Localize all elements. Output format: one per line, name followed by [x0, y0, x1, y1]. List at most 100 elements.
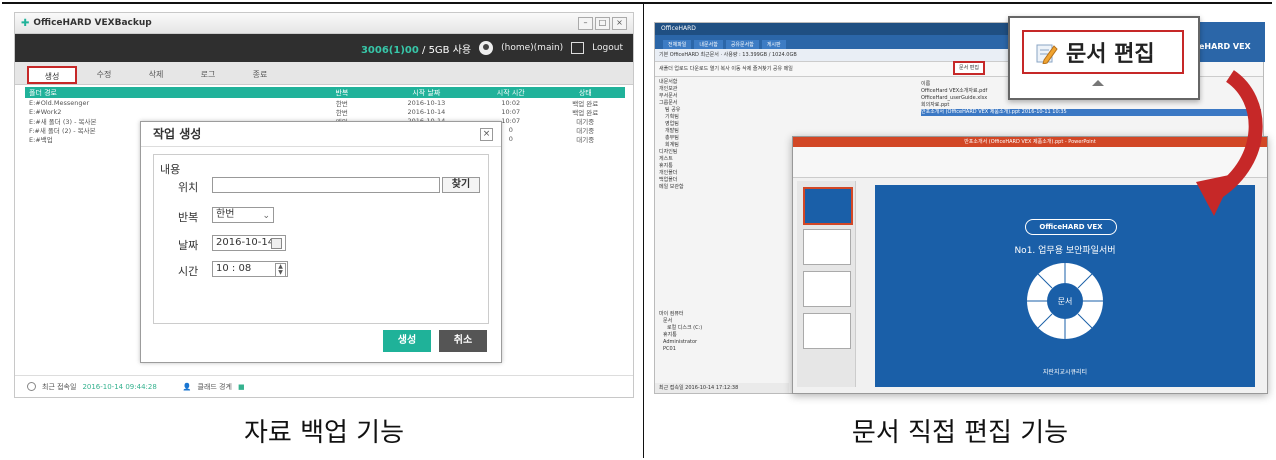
tab-edit[interactable]: 수정 — [79, 66, 129, 84]
menu-board[interactable]: 게시판 — [761, 40, 786, 49]
tree-item[interactable]: 그룹문서 — [659, 100, 737, 107]
repeat-value: 한번 — [216, 209, 235, 220]
logout-button[interactable]: Logout — [592, 43, 623, 53]
tree-item[interactable]: 메일 보관함 — [659, 184, 737, 191]
curved-arrow-icon — [1196, 70, 1263, 216]
repeat-label: 반복 — [178, 211, 199, 224]
window-controls: – □ × — [578, 16, 627, 30]
menu-my-docs[interactable]: 내문서함 — [694, 40, 723, 49]
date-label: 날짜 — [178, 239, 199, 252]
cell-status: 대기중 — [576, 135, 595, 144]
dialog-content-box: 내용 위치 찾기 반복 한번 ⌄ 날짜 2016-10-14 시간 10 : 0… — [153, 154, 489, 324]
minimize-button[interactable]: – — [578, 16, 593, 30]
table-header: 폴더 경로 반복 시작 날짜 시작 시간 상태 — [25, 87, 625, 98]
backup-titlebar: ✚ OfficeHARD VEXBackup – □ × — [15, 13, 633, 34]
col-path[interactable]: 폴더 경로 — [25, 88, 307, 98]
col-status[interactable]: 상태 — [546, 88, 625, 98]
create-button[interactable]: 생성 — [383, 330, 431, 352]
tree-item[interactable]: 게스트 — [659, 156, 737, 163]
calendar-icon[interactable] — [271, 238, 282, 249]
slide-footer: 지란지교시큐리티 — [1042, 369, 1088, 376]
tree-item[interactable]: 회계팀 — [659, 142, 737, 149]
status-indicator-icon: ■ — [237, 382, 245, 391]
slide-thumbnail[interactable] — [803, 313, 851, 349]
time-value: 10 : 08 — [216, 263, 252, 274]
dialog-title-text: 작업 생성 — [153, 127, 202, 141]
tab-create[interactable]: 생성 — [27, 66, 77, 84]
find-button[interactable]: 찾기 — [442, 177, 480, 193]
cell-time: 10:02 — [501, 98, 521, 107]
slide-thumbnail[interactable] — [803, 187, 853, 225]
brand-text: eHARD VEX — [1199, 42, 1251, 51]
cell-time: 10:07 — [501, 107, 521, 116]
col-repeat[interactable]: 반복 — [307, 88, 377, 98]
col-start-date[interactable]: 시작 날짜 — [377, 88, 476, 98]
tree-item[interactable]: 휴지통 — [659, 163, 737, 170]
menu-all-files[interactable]: 전체파일 — [663, 40, 692, 49]
cancel-button[interactable]: 취소 — [439, 330, 487, 352]
col-start-time[interactable]: 시작 시간 — [476, 88, 546, 98]
close-window-button[interactable]: × — [612, 16, 627, 30]
tree-item[interactable]: 백업폴더 — [659, 177, 737, 184]
repeat-select[interactable]: 한번 ⌄ — [212, 207, 274, 223]
tree-item[interactable]: PC01 — [659, 346, 737, 353]
date-value: 2016-10-14 — [216, 237, 275, 248]
doc-edit-button[interactable]: 문서 편집 — [953, 61, 985, 75]
backup-header: 3006(1)00 / 5GB 사용 (home)(main) Logout — [15, 34, 633, 62]
tree-item[interactable]: 내문서함 — [659, 79, 737, 86]
tree-item[interactable]: 부서문서 — [659, 93, 737, 100]
callout-brand-strip: eHARD VEX — [1195, 22, 1265, 62]
tree-item[interactable]: 개발팀 — [659, 128, 737, 135]
divider-line — [643, 4, 644, 458]
user-avatar-icon — [479, 41, 494, 55]
tree-item[interactable]: 마이 컴퓨터 — [659, 311, 737, 318]
cell-date: 2016-10-13 — [407, 98, 446, 107]
backup-app-window: ✚ OfficeHARD VEXBackup – □ × 3006(1)00 /… — [14, 12, 634, 398]
dialog-title: 작업 생성 × — [141, 122, 501, 147]
tab-log[interactable]: 로그 — [183, 66, 233, 84]
cell-path: E:#Old.Messenger — [29, 98, 90, 107]
officehard-status: 최근 접속일 2016-10-14 17:12:38 — [655, 383, 789, 393]
tree-item[interactable]: 기획팀 — [659, 114, 737, 121]
cell-path: E:#Work2 — [29, 107, 62, 116]
location-input[interactable] — [212, 177, 440, 193]
user-name: (home)(main) — [501, 43, 564, 53]
recent-login-time: 2016-10-14 09:44:28 — [82, 382, 157, 391]
caption-doc-edit: 문서 직접 편집 기능 — [851, 418, 1069, 448]
tree-item[interactable]: Administrator — [659, 339, 737, 346]
tree-item[interactable]: 개인폴더 — [659, 170, 737, 177]
slide-thumbnail[interactable] — [803, 271, 851, 307]
menu-shared-docs[interactable]: 공유문서함 — [725, 40, 759, 49]
recent-login-label: 최근 접속일 — [42, 382, 77, 391]
maximize-button[interactable]: □ — [595, 16, 610, 30]
storage-usage: 3006(1)00 / 5GB 사용 — [360, 44, 472, 56]
close-icon[interactable]: × — [480, 128, 493, 141]
slide-subtitle: No1. 업무용 보안파일서버 — [1014, 246, 1116, 256]
tree-item[interactable]: 개인보관 — [659, 86, 737, 93]
tree-item[interactable]: 로컬 디스크 (C:) — [659, 325, 737, 332]
user-icon: 👤 — [182, 382, 192, 391]
create-job-dialog: 작업 생성 × 내용 위치 찾기 반복 한번 ⌄ 날짜 2016-10-14 시… — [140, 121, 502, 363]
location-label: 위치 — [178, 181, 199, 194]
time-input[interactable]: 10 : 08 ▲ ▼ — [212, 261, 288, 277]
backup-app-title: OfficeHARD VEXBackup — [33, 18, 152, 28]
chevron-down-icon: ⌄ — [262, 211, 270, 221]
tree-item[interactable]: 디자인팀 — [659, 149, 737, 156]
clock-icon — [27, 382, 36, 391]
folder-tree: 내문서함 개인보관 부서문서 그룹문서 팀 공유 기획팀 영업팀 개발팀 총무팀… — [659, 79, 737, 379]
caption-backup: 자료 백업 기능 — [243, 418, 405, 448]
tree-item[interactable]: 문서 — [659, 318, 737, 325]
tab-exit[interactable]: 종료 — [235, 66, 285, 84]
tree-item[interactable]: 총무팀 — [659, 135, 737, 142]
callout-label: 문서 편집 — [1066, 42, 1155, 67]
tree-item[interactable]: 팀 공유 — [659, 107, 737, 114]
tab-delete[interactable]: 삭제 — [131, 66, 181, 84]
slide-thumbnail[interactable] — [803, 229, 851, 265]
app-logo-icon: ✚ — [21, 17, 30, 29]
tree-item[interactable]: 영업팀 — [659, 121, 737, 128]
slide-brand: OfficeHARD VEX — [1025, 219, 1117, 235]
time-stepper[interactable]: ▲ ▼ — [275, 263, 286, 277]
tree-item[interactable]: 휴지통 — [659, 332, 737, 339]
date-picker[interactable]: 2016-10-14 — [212, 235, 286, 251]
